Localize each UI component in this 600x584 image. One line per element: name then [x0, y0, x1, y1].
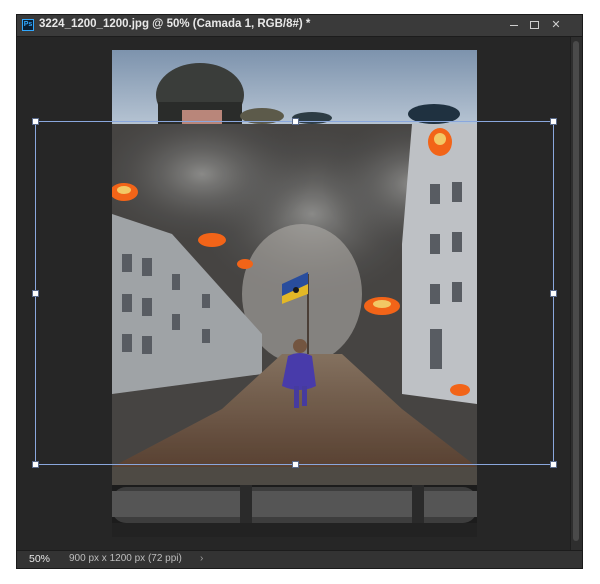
close-icon: ✕ — [551, 19, 561, 31]
transform-handle-middle-right[interactable] — [550, 290, 557, 297]
maximize-button[interactable] — [525, 17, 543, 33]
canvas-area[interactable] — [18, 37, 571, 552]
transform-handle-top-left[interactable] — [32, 118, 39, 125]
vertical-scrollbar[interactable] — [570, 37, 582, 552]
soldiers-helmets-image — [156, 63, 460, 127]
transform-handle-bottom-left[interactable] — [32, 461, 39, 468]
zoom-level-field[interactable]: 50% — [21, 552, 61, 566]
document-window: Ps 3224_1200_1200.jpg @ 50% (Camada 1, R… — [16, 14, 583, 569]
image-bottom-layer — [112, 467, 477, 537]
image-top-layer — [112, 50, 477, 127]
vertical-scrollbar-thumb[interactable] — [573, 41, 579, 541]
minimize-button[interactable] — [505, 17, 523, 33]
close-button[interactable]: ✕ — [547, 17, 565, 33]
transform-handle-bottom-center[interactable] — [292, 461, 299, 468]
transform-handle-top-right[interactable] — [550, 118, 557, 125]
status-bar: 50% 900 px x 1200 px (72 ppi) › — [17, 550, 582, 568]
status-menu-arrow-icon[interactable]: › — [200, 552, 203, 566]
title-bar[interactable]: Ps 3224_1200_1200.jpg @ 50% (Camada 1, R… — [17, 15, 582, 37]
photoshop-file-icon: Ps — [22, 19, 34, 31]
tank-tread-image — [112, 467, 477, 537]
free-transform-bounding-box[interactable] — [32, 118, 557, 468]
document-title: 3224_1200_1200.jpg @ 50% (Camada 1, RGB/… — [39, 18, 311, 30]
transform-handle-bottom-right[interactable] — [550, 461, 557, 468]
document-info: 900 px x 1200 px (72 ppi) — [69, 553, 182, 564]
transform-handle-top-center[interactable] — [292, 118, 299, 125]
transform-handle-middle-left[interactable] — [32, 290, 39, 297]
